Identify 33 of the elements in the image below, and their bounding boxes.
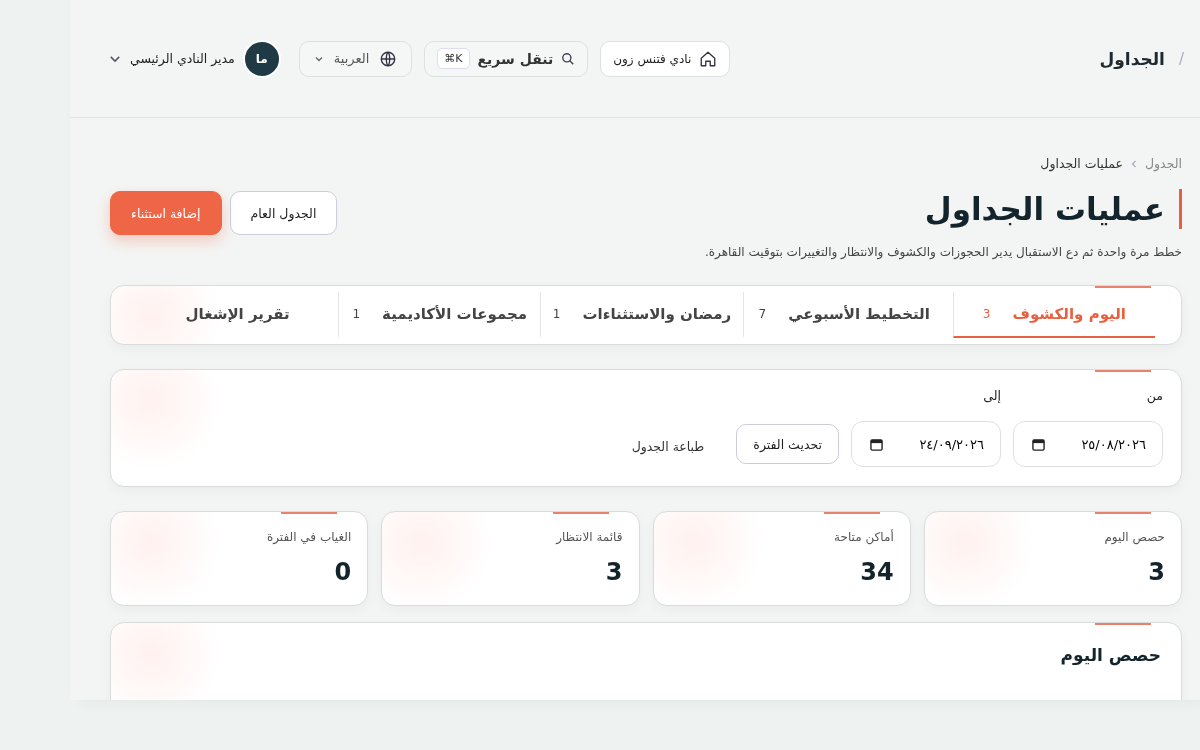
search-icon — [561, 51, 576, 66]
stat-label: حصص اليوم — [1103, 530, 1165, 544]
stat-value: 0 — [333, 558, 352, 586]
stat-value: 3 — [604, 558, 623, 586]
globe-icon — [379, 49, 398, 68]
shortcut-key: ⌘K — [437, 48, 470, 69]
page-title: الجداول — [1099, 48, 1165, 69]
user-avatar[interactable]: ما — [242, 39, 281, 78]
stat-label: الغياب في الفترة — [265, 530, 352, 544]
stat-label: أماكن متاحة — [833, 530, 894, 544]
refresh-button[interactable]: تحديث الفترة — [736, 424, 839, 464]
page-heading: عمليات الجداول — [924, 189, 1182, 229]
breadcrumb-item: عمليات الجداول — [1040, 156, 1123, 171]
breadcrumb-separator: / — [1178, 49, 1184, 68]
user-name[interactable]: مدير النادي الرئيسي — [130, 51, 235, 66]
date-field[interactable]: ٢٥/٠٨/٢٠٢٦ — [1013, 421, 1163, 467]
home-icon — [699, 49, 718, 68]
calendar-icon — [1032, 437, 1045, 451]
section-title: حصص اليوم — [1059, 645, 1161, 665]
language-select[interactable]: العربية — [298, 40, 413, 77]
field-label: من — [1145, 388, 1163, 403]
club-button[interactable]: نادي فتنس زون — [600, 40, 731, 77]
stat-value: 3 — [1147, 558, 1165, 586]
tab[interactable]: تقرير الإشغال — [137, 292, 339, 338]
page-subtitle: خطط مرة واحدة ثم دع الاستقبال يدير الحجوزات والكشوف والانتظار والتغييرات بتوقيت القاهرة. — [704, 245, 1182, 259]
field-label: إلى — [982, 388, 1001, 403]
schedule-button[interactable]: الجدول العام — [229, 191, 338, 235]
stat-label: قائمة الانتظار — [554, 530, 623, 544]
calendar-icon — [870, 437, 883, 451]
stat-value: 34 — [859, 558, 894, 586]
date-field[interactable]: ٢٤/٠٩/٢٠٢٦ — [851, 421, 1001, 467]
chevron-left-icon — [1130, 159, 1137, 168]
print-link[interactable]: طباعة الجدول — [625, 438, 711, 455]
